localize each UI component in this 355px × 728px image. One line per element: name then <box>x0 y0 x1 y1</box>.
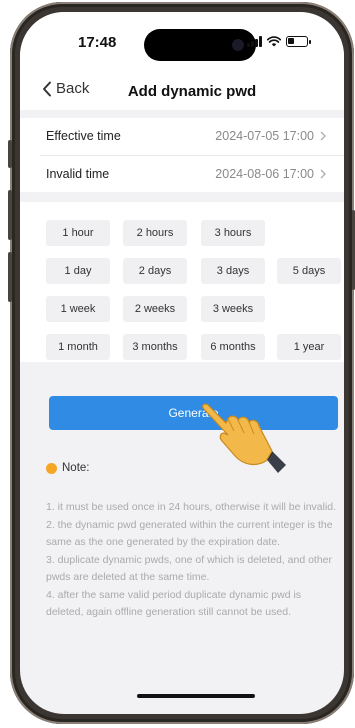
nav-bar: Back Add dynamic pwd <box>20 74 344 110</box>
status-icons <box>247 36 311 47</box>
dynamic-island <box>144 29 256 61</box>
volume-down-button <box>8 252 12 302</box>
mute-switch <box>8 140 12 168</box>
effective-time-label: Effective time <box>46 129 121 143</box>
duration-option[interactable]: 1 hour <box>46 220 110 246</box>
duration-option[interactable]: 3 hours <box>201 220 265 246</box>
duration-option[interactable]: 3 weeks <box>201 296 265 322</box>
page-title: Add dynamic pwd <box>127 83 257 100</box>
duration-option[interactable]: 2 days <box>123 258 187 284</box>
generate-button[interactable]: Generate <box>49 396 338 430</box>
status-time: 17:48 <box>78 34 117 51</box>
invalid-time-row[interactable]: Invalid time 2024-08-06 17:00 <box>20 156 344 192</box>
duration-option[interactable]: 2 weeks <box>123 296 187 322</box>
note-line: 2. the dynamic pwd generated within the … <box>46 518 333 549</box>
note-line: 1. it must be used once in 24 hours, oth… <box>46 501 337 513</box>
status-bar: 17:48 <box>20 12 344 74</box>
note-header: Note: <box>46 462 90 474</box>
duration-option[interactable]: 1 day <box>46 258 110 284</box>
invalid-time-label: Invalid time <box>46 167 110 181</box>
time-settings-card: Effective time 2024-07-05 17:00 Invalid … <box>20 118 344 192</box>
phone-screen: 17:48 Back Add dynamic pwd Effective tim… <box>20 12 344 714</box>
duration-option[interactable]: 1 month <box>46 334 110 360</box>
effective-time-value: 2024-07-05 17:00 <box>215 129 314 143</box>
invalid-time-value: 2024-08-06 17:00 <box>215 167 314 181</box>
duration-option[interactable]: 3 days <box>201 258 265 284</box>
note-line: 3. duplicate dynamic pwds, one of which … <box>46 553 333 584</box>
wifi-icon <box>267 36 281 47</box>
chevron-right-icon <box>320 131 326 141</box>
effective-time-row[interactable]: Effective time 2024-07-05 17:00 <box>20 118 344 154</box>
duration-option[interactable]: 6 months <box>201 334 265 360</box>
volume-up-button <box>8 190 12 240</box>
duration-option[interactable]: 5 days <box>277 258 341 284</box>
info-icon <box>46 462 57 474</box>
chevron-right-icon <box>320 169 326 179</box>
duration-option[interactable]: 2 hours <box>123 220 187 246</box>
home-indicator <box>137 694 255 698</box>
note-body: 1. it must be used once in 24 hours, oth… <box>46 499 338 622</box>
signal-icon <box>247 36 262 47</box>
duration-option[interactable]: 1 week <box>46 296 110 322</box>
note-title: Note: <box>62 462 90 474</box>
note-line: 4. after the same valid period duplicate… <box>46 588 302 619</box>
duration-option[interactable]: 3 months <box>123 334 187 360</box>
duration-option[interactable]: 1 year <box>277 334 341 360</box>
duration-options-card: 1 hour 2 hours 3 hours 1 day 2 days 3 da… <box>20 202 344 362</box>
battery-icon <box>286 36 311 47</box>
